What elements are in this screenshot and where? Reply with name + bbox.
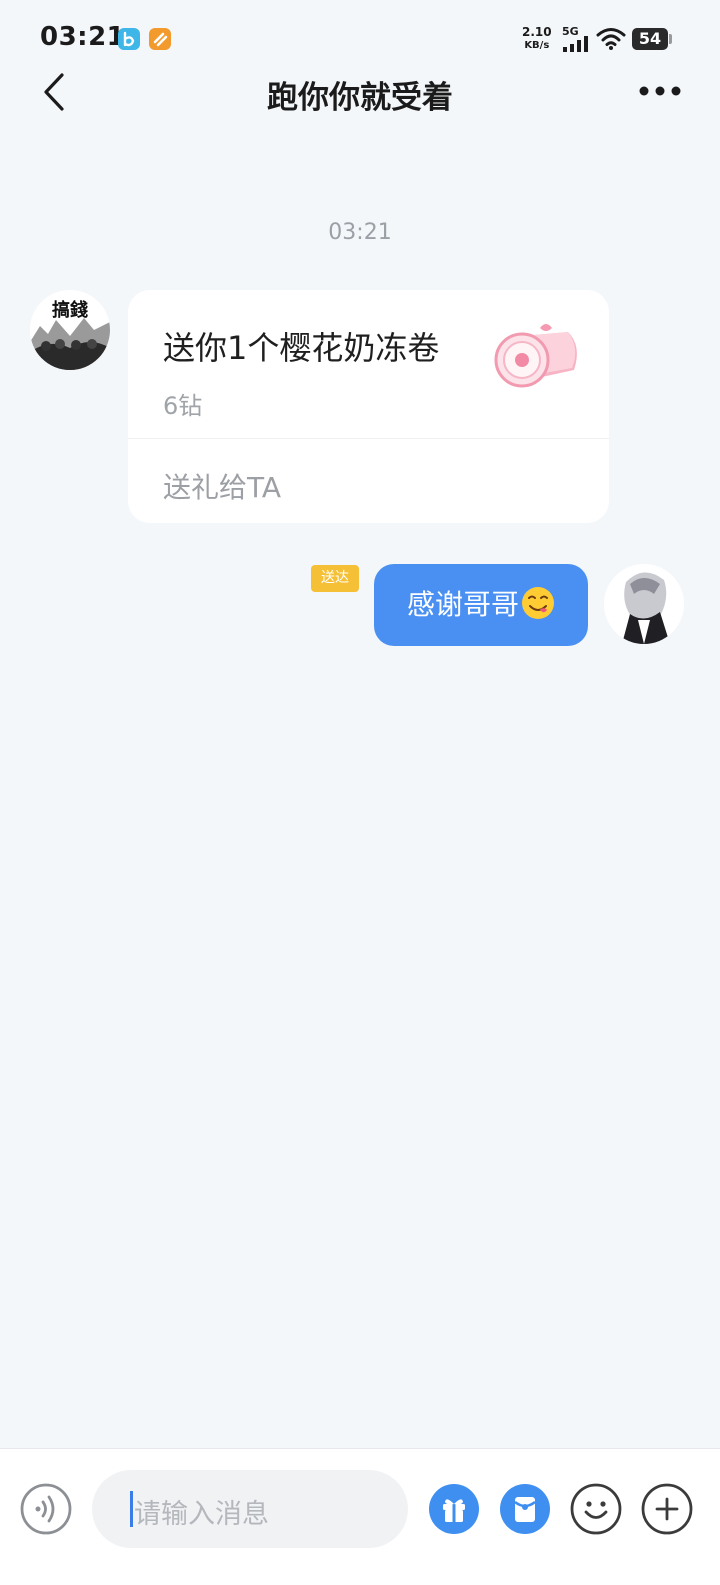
plus-icon xyxy=(641,1483,693,1535)
emoji-icon xyxy=(570,1483,622,1535)
voice-icon xyxy=(20,1483,72,1535)
network-speed-unit: KB/s xyxy=(524,40,550,51)
voice-button[interactable] xyxy=(20,1483,72,1535)
message-timestamp: 03:21 xyxy=(328,220,392,245)
network-speed-value: 2.10 xyxy=(522,25,552,39)
gift-price: 6钻 xyxy=(163,392,203,420)
text-caret xyxy=(130,1491,133,1527)
divider xyxy=(128,438,609,439)
emoji-button[interactable] xyxy=(570,1483,622,1535)
battery-indicator: 54 xyxy=(632,28,668,50)
status-time: 03:21 xyxy=(40,22,126,52)
delivered-badge: 送达 xyxy=(311,565,359,592)
avatar-image xyxy=(604,564,684,644)
gift-title: 送你1个樱花奶冻卷 xyxy=(163,329,440,367)
gift-message-card[interactable]: 送你1个樱花奶冻卷 6钻 送礼给TA xyxy=(128,290,609,523)
outgoing-message-bubble[interactable]: 感谢哥哥 xyxy=(374,564,588,646)
chat-title: 跑你你就受着 xyxy=(267,80,453,116)
app-icon-orange xyxy=(149,28,171,50)
battery-tip xyxy=(669,34,672,44)
avatar-label: 搞錢 xyxy=(52,300,88,321)
gift-icon xyxy=(429,1484,479,1534)
cake-roll-gift-icon xyxy=(494,324,577,388)
more-button[interactable] xyxy=(634,76,686,106)
more-horizontal-icon xyxy=(639,86,681,96)
app-icon-blue xyxy=(118,28,140,50)
red-packet-icon xyxy=(500,1484,550,1534)
yum-face-emoji xyxy=(522,587,554,619)
gift-button[interactable] xyxy=(428,1483,480,1535)
send-gift-link[interactable]: 送礼给TA xyxy=(163,466,281,506)
contact-avatar[interactable]: 搞錢 xyxy=(30,290,110,370)
message-input-placeholder: 请输入消息 xyxy=(134,1499,269,1530)
network-speed: 2.10 KB/s xyxy=(522,26,552,52)
signal-icon xyxy=(563,36,588,52)
message-text: 感谢哥哥 xyxy=(406,588,519,621)
wifi-icon xyxy=(596,28,626,50)
my-avatar[interactable] xyxy=(604,564,684,644)
red-packet-button[interactable] xyxy=(499,1483,551,1535)
more-options-button[interactable] xyxy=(641,1483,693,1535)
